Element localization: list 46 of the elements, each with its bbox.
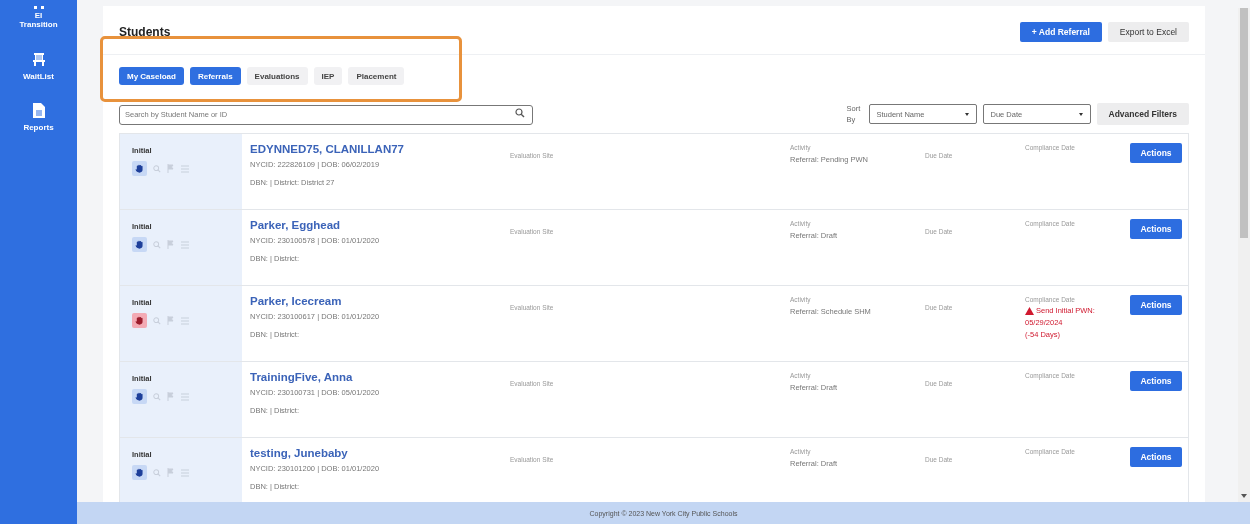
student-name-link[interactable]: EDYNNED75, CLANILLAN77 <box>250 143 404 155</box>
filter-tab[interactable]: My Caseload <box>119 67 184 85</box>
hand-icon[interactable] <box>132 465 147 480</box>
actions-button[interactable]: Actions <box>1130 143 1182 163</box>
sidebar-item[interactable]: WaitList <box>8 51 69 81</box>
search-icon[interactable] <box>153 316 161 325</box>
hand-icon[interactable] <box>132 389 147 404</box>
warning-icon <box>1025 306 1034 315</box>
hand-icon[interactable] <box>132 313 147 328</box>
export-button[interactable]: Export to Excel <box>1107 22 1189 42</box>
search-icon[interactable] <box>153 240 161 249</box>
flag-icon[interactable] <box>167 164 175 173</box>
flag-icon[interactable] <box>167 316 175 325</box>
filter-tab[interactable]: Evaluations <box>246 67 308 85</box>
sidebar-item[interactable]: EI Transition <box>8 6 69 29</box>
student-name-link[interactable]: testing, Junebaby <box>250 447 348 459</box>
actions-button[interactable]: Actions <box>1130 295 1182 315</box>
flag-icon[interactable] <box>167 240 175 249</box>
flag-icon[interactable] <box>167 392 175 401</box>
filter-tab[interactable]: IEP <box>313 67 343 85</box>
student-name-link[interactable]: TrainingFive, Anna <box>250 371 353 383</box>
hand-icon[interactable] <box>132 161 147 176</box>
actions-button[interactable]: Actions <box>1130 371 1182 391</box>
search-icon[interactable] <box>153 164 161 173</box>
filter-tab[interactable]: Placement <box>348 67 405 85</box>
actions-button[interactable]: Actions <box>1130 219 1182 239</box>
page-title: Students <box>119 25 171 39</box>
caret-icon <box>1078 112 1083 116</box>
search-icon <box>515 108 525 118</box>
bench-icon <box>31 51 46 67</box>
search-icon[interactable] <box>153 392 161 401</box>
sidebar-item[interactable]: Reports <box>8 103 69 132</box>
scrollbar-thumb[interactable] <box>1240 8 1248 238</box>
scroll-down-icon[interactable] <box>1241 494 1247 498</box>
student-name-link[interactable]: Parker, Egghead <box>250 219 341 231</box>
add-referral-button[interactable]: + Add Referral <box>1019 22 1102 42</box>
document-icon <box>32 103 45 118</box>
student-name-link[interactable]: Parker, Icecream <box>250 295 342 307</box>
search-icon[interactable] <box>153 468 161 477</box>
caret-icon <box>964 112 969 116</box>
scrollbar[interactable] <box>1238 8 1250 502</box>
actions-button[interactable]: Actions <box>1130 447 1182 467</box>
flag-icon[interactable] <box>167 468 175 477</box>
advanced-filters-button[interactable]: Advanced Filters <box>1096 103 1189 125</box>
filter-tab[interactable]: Referrals <box>189 67 241 85</box>
hand-icon[interactable] <box>132 237 147 252</box>
